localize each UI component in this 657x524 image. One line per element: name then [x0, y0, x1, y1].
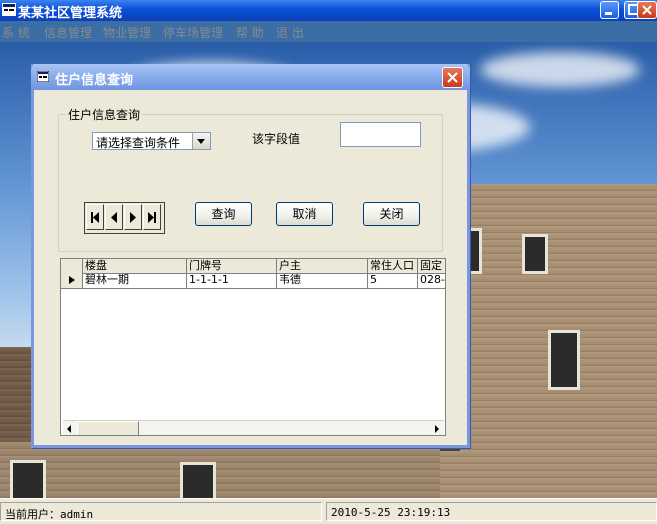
cell-phone[interactable]: 028-8 [418, 273, 445, 288]
prev-record-icon [111, 212, 117, 223]
form-icon [37, 71, 49, 82]
minimize-icon [605, 12, 612, 15]
cell-door-number[interactable]: 1-1-1-1 [187, 273, 277, 288]
nav-prev-button[interactable] [105, 204, 123, 230]
current-row-icon [69, 276, 75, 284]
grid-header-row: 楼盘 门牌号 户主 常住人口 固定 [61, 259, 445, 274]
menu-bar: 系 统 信息管理 物业管理 停车场管理 帮 助 退 出 [0, 21, 657, 42]
groupbox-label: 住户信息查询 [66, 106, 143, 123]
resident-data-grid[interactable]: 楼盘 门牌号 户主 常住人口 固定 碧林一期 1-1-1-1 韦德 5 028-… [60, 258, 446, 436]
record-navigator [84, 202, 165, 234]
nav-first-button[interactable] [86, 204, 104, 230]
column-header-residents[interactable]: 常住人口 [368, 259, 418, 273]
last-record-icon [148, 212, 156, 223]
current-user-status: 当前用户：admin [0, 502, 322, 521]
scroll-thumb[interactable] [77, 421, 139, 435]
resident-query-dialog: 住户信息查询 住户信息查询 请选择查询条件 该字段值 查询 取消 关闭 楼盘 门… [31, 64, 470, 448]
scroll-left-icon[interactable] [63, 422, 77, 436]
dialog-title-bar: 住户信息查询 [31, 64, 470, 90]
column-header-phone[interactable]: 固定 [418, 259, 445, 273]
nav-last-button[interactable] [143, 204, 161, 230]
cell-building[interactable]: 碧林一期 [83, 273, 187, 288]
cancel-button[interactable]: 取消 [276, 202, 333, 226]
dialog-title: 住户信息查询 [55, 73, 134, 88]
close-icon [642, 5, 652, 15]
close-button[interactable]: 关闭 [363, 202, 420, 226]
dropdown-button[interactable] [192, 133, 210, 149]
query-condition-select[interactable]: 请选择查询条件 [92, 132, 211, 150]
column-header-door-number[interactable]: 门牌号 [187, 259, 277, 273]
app-window-icon [2, 3, 16, 16]
menu-help[interactable]: 帮 助 [236, 24, 264, 41]
nav-next-button[interactable] [124, 204, 142, 230]
app-close-button[interactable] [637, 1, 657, 19]
app-title: 某某社区管理系统 [18, 6, 123, 21]
dialog-close-button[interactable] [442, 67, 463, 88]
column-header-building[interactable]: 楼盘 [83, 259, 187, 273]
menu-exit[interactable]: 退 出 [276, 24, 304, 41]
chevron-down-icon [197, 139, 205, 144]
grid-corner [61, 259, 83, 273]
app-title-bar: 某某社区管理系统 [0, 0, 657, 21]
query-button[interactable]: 查询 [195, 202, 252, 226]
horizontal-scrollbar[interactable] [63, 420, 444, 436]
next-record-icon [130, 212, 136, 223]
menu-parking-management[interactable]: 停车场管理 [163, 24, 223, 41]
scroll-right-icon[interactable] [430, 422, 444, 436]
column-header-owner[interactable]: 户主 [277, 259, 368, 273]
query-condition-value: 请选择查询条件 [96, 136, 181, 150]
cell-residents[interactable]: 5 [368, 273, 418, 288]
menu-info-management[interactable]: 信息管理 [44, 24, 92, 41]
table-row[interactable]: 碧林一期 1-1-1-1 韦德 5 028-8 [61, 273, 445, 289]
row-selector[interactable] [61, 273, 83, 288]
minimize-button[interactable] [600, 1, 619, 19]
menu-property-management[interactable]: 物业管理 [103, 24, 151, 41]
close-icon [447, 72, 458, 83]
first-record-icon [91, 212, 99, 223]
status-bar: 当前用户：admin 2010-5-25 23:19:13 [0, 498, 657, 524]
datetime-status: 2010-5-25 23:19:13 [326, 502, 657, 521]
menu-system[interactable]: 系 统 [2, 24, 30, 41]
field-value-input[interactable] [340, 122, 421, 147]
cell-owner[interactable]: 韦德 [277, 273, 368, 288]
field-value-label: 该字段值 [252, 132, 301, 146]
